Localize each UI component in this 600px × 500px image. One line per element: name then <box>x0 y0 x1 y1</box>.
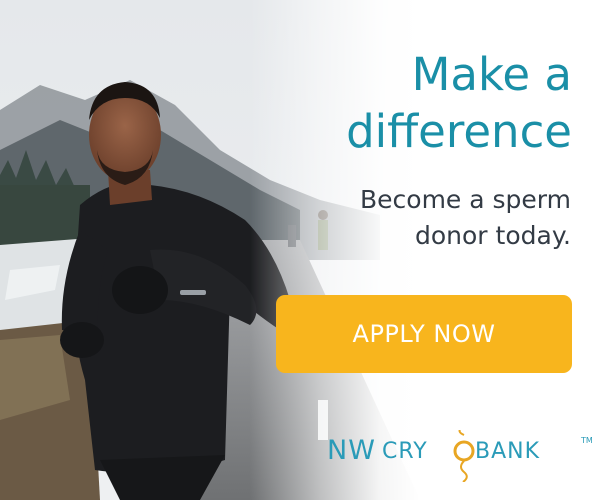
logo-text-nw: NW <box>327 435 376 466</box>
headline-line-2: difference <box>346 105 572 158</box>
headline-line-1: Make a <box>411 48 572 101</box>
nw-cryobank-logo[interactable]: NW CRY BANK TM <box>327 430 595 482</box>
subheadline-line-1: Become a sperm <box>360 185 571 214</box>
subheadline: Become a sperm donor today. <box>251 182 571 254</box>
apply-now-button[interactable]: APPLY NOW <box>276 295 572 373</box>
logo-text-bank: BANK <box>475 439 541 464</box>
subheadline-line-2: donor today. <box>415 221 571 250</box>
logo-text-cry: CRY <box>382 439 428 464</box>
ad-banner[interactable]: Make a difference Become a sperm donor t… <box>0 0 600 500</box>
trademark-symbol: TM <box>581 436 593 445</box>
headline: Make a difference <box>252 46 572 160</box>
sperm-o-icon <box>453 430 475 482</box>
